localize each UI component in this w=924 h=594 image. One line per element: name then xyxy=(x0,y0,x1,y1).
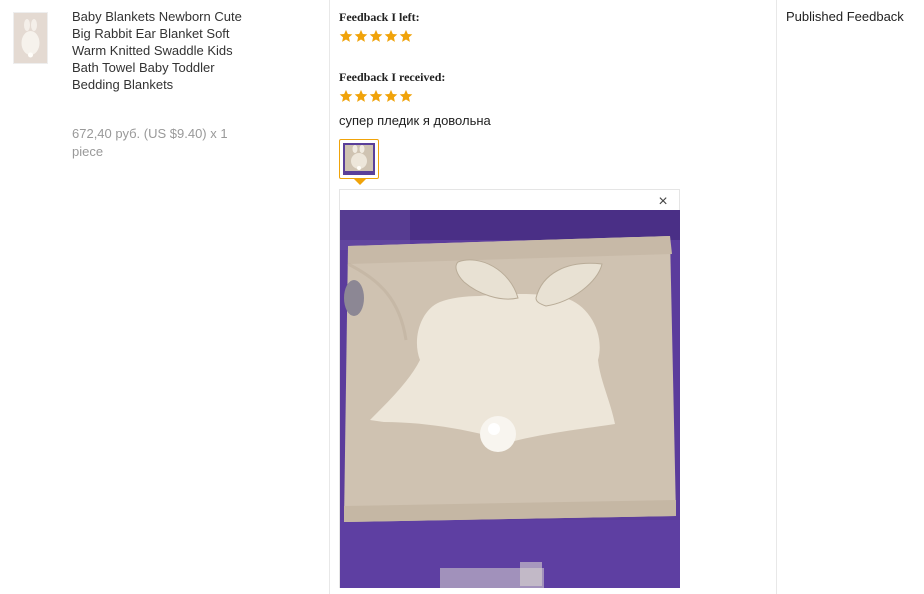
close-icon[interactable]: × xyxy=(655,194,671,210)
feedback-left-stars xyxy=(339,29,413,45)
published-feedback-label: Published Feedback xyxy=(786,9,904,24)
product-price: 672,40 руб. (US $9.40) x 1 piece xyxy=(72,126,228,159)
feedback-left-heading: Feedback I left: xyxy=(339,10,420,24)
star-icon xyxy=(384,29,398,42)
star-icon xyxy=(399,29,413,42)
thumbnail-pointer xyxy=(354,179,366,185)
feedback-photo-thumbnail[interactable] xyxy=(339,139,379,179)
feedback-photo-thumbnail-image xyxy=(343,143,375,175)
feedback-photo-large xyxy=(340,210,680,588)
feedback-received-stars xyxy=(339,89,413,105)
star-icon xyxy=(369,89,383,102)
star-icon xyxy=(339,89,353,102)
product-thumbnail[interactable] xyxy=(13,12,48,64)
column-divider xyxy=(329,0,330,594)
star-icon xyxy=(339,29,353,42)
product-name-link[interactable]: Baby Blankets Newborn Cute Big Rabbit Ea… xyxy=(72,8,252,93)
product-thumbnail-image xyxy=(14,13,47,63)
column-divider xyxy=(776,0,777,594)
star-icon xyxy=(369,29,383,42)
star-icon xyxy=(399,89,413,102)
star-icon xyxy=(354,89,368,102)
star-icon xyxy=(354,29,368,42)
star-icon xyxy=(384,89,398,102)
feedback-comment: супер пледик я довольна xyxy=(339,113,491,128)
feedback-received-heading: Feedback I received: xyxy=(339,70,446,84)
